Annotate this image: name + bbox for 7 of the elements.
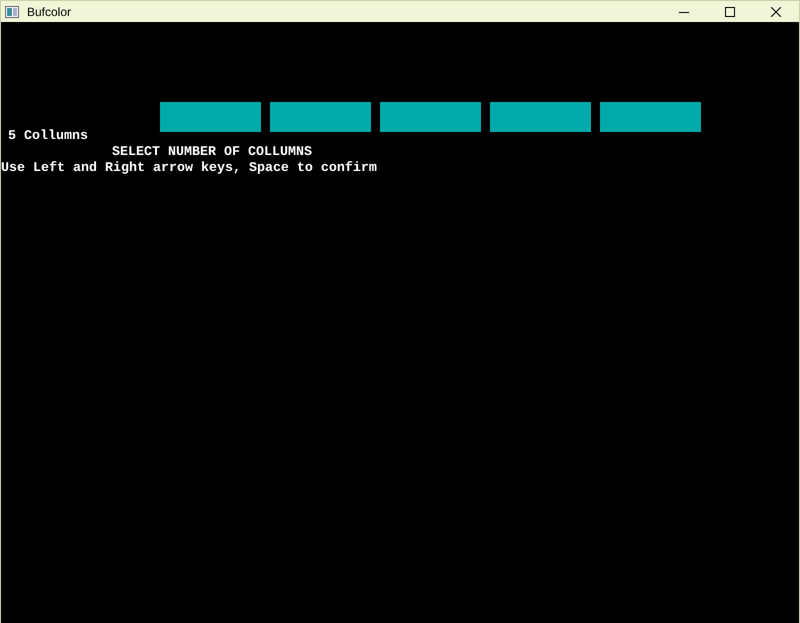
app-icon bbox=[5, 6, 19, 18]
close-icon bbox=[771, 6, 781, 16]
heading: SELECT NUMBER OF COLLUMNS bbox=[111, 145, 313, 161]
window-title: Bufcolor bbox=[27, 4, 72, 20]
instructions: Use Left and Right arrow keys, Space to confirm bbox=[1, 161, 378, 177]
column-count: 5 Collumns bbox=[7, 129, 89, 145]
maximize-icon bbox=[725, 6, 735, 16]
